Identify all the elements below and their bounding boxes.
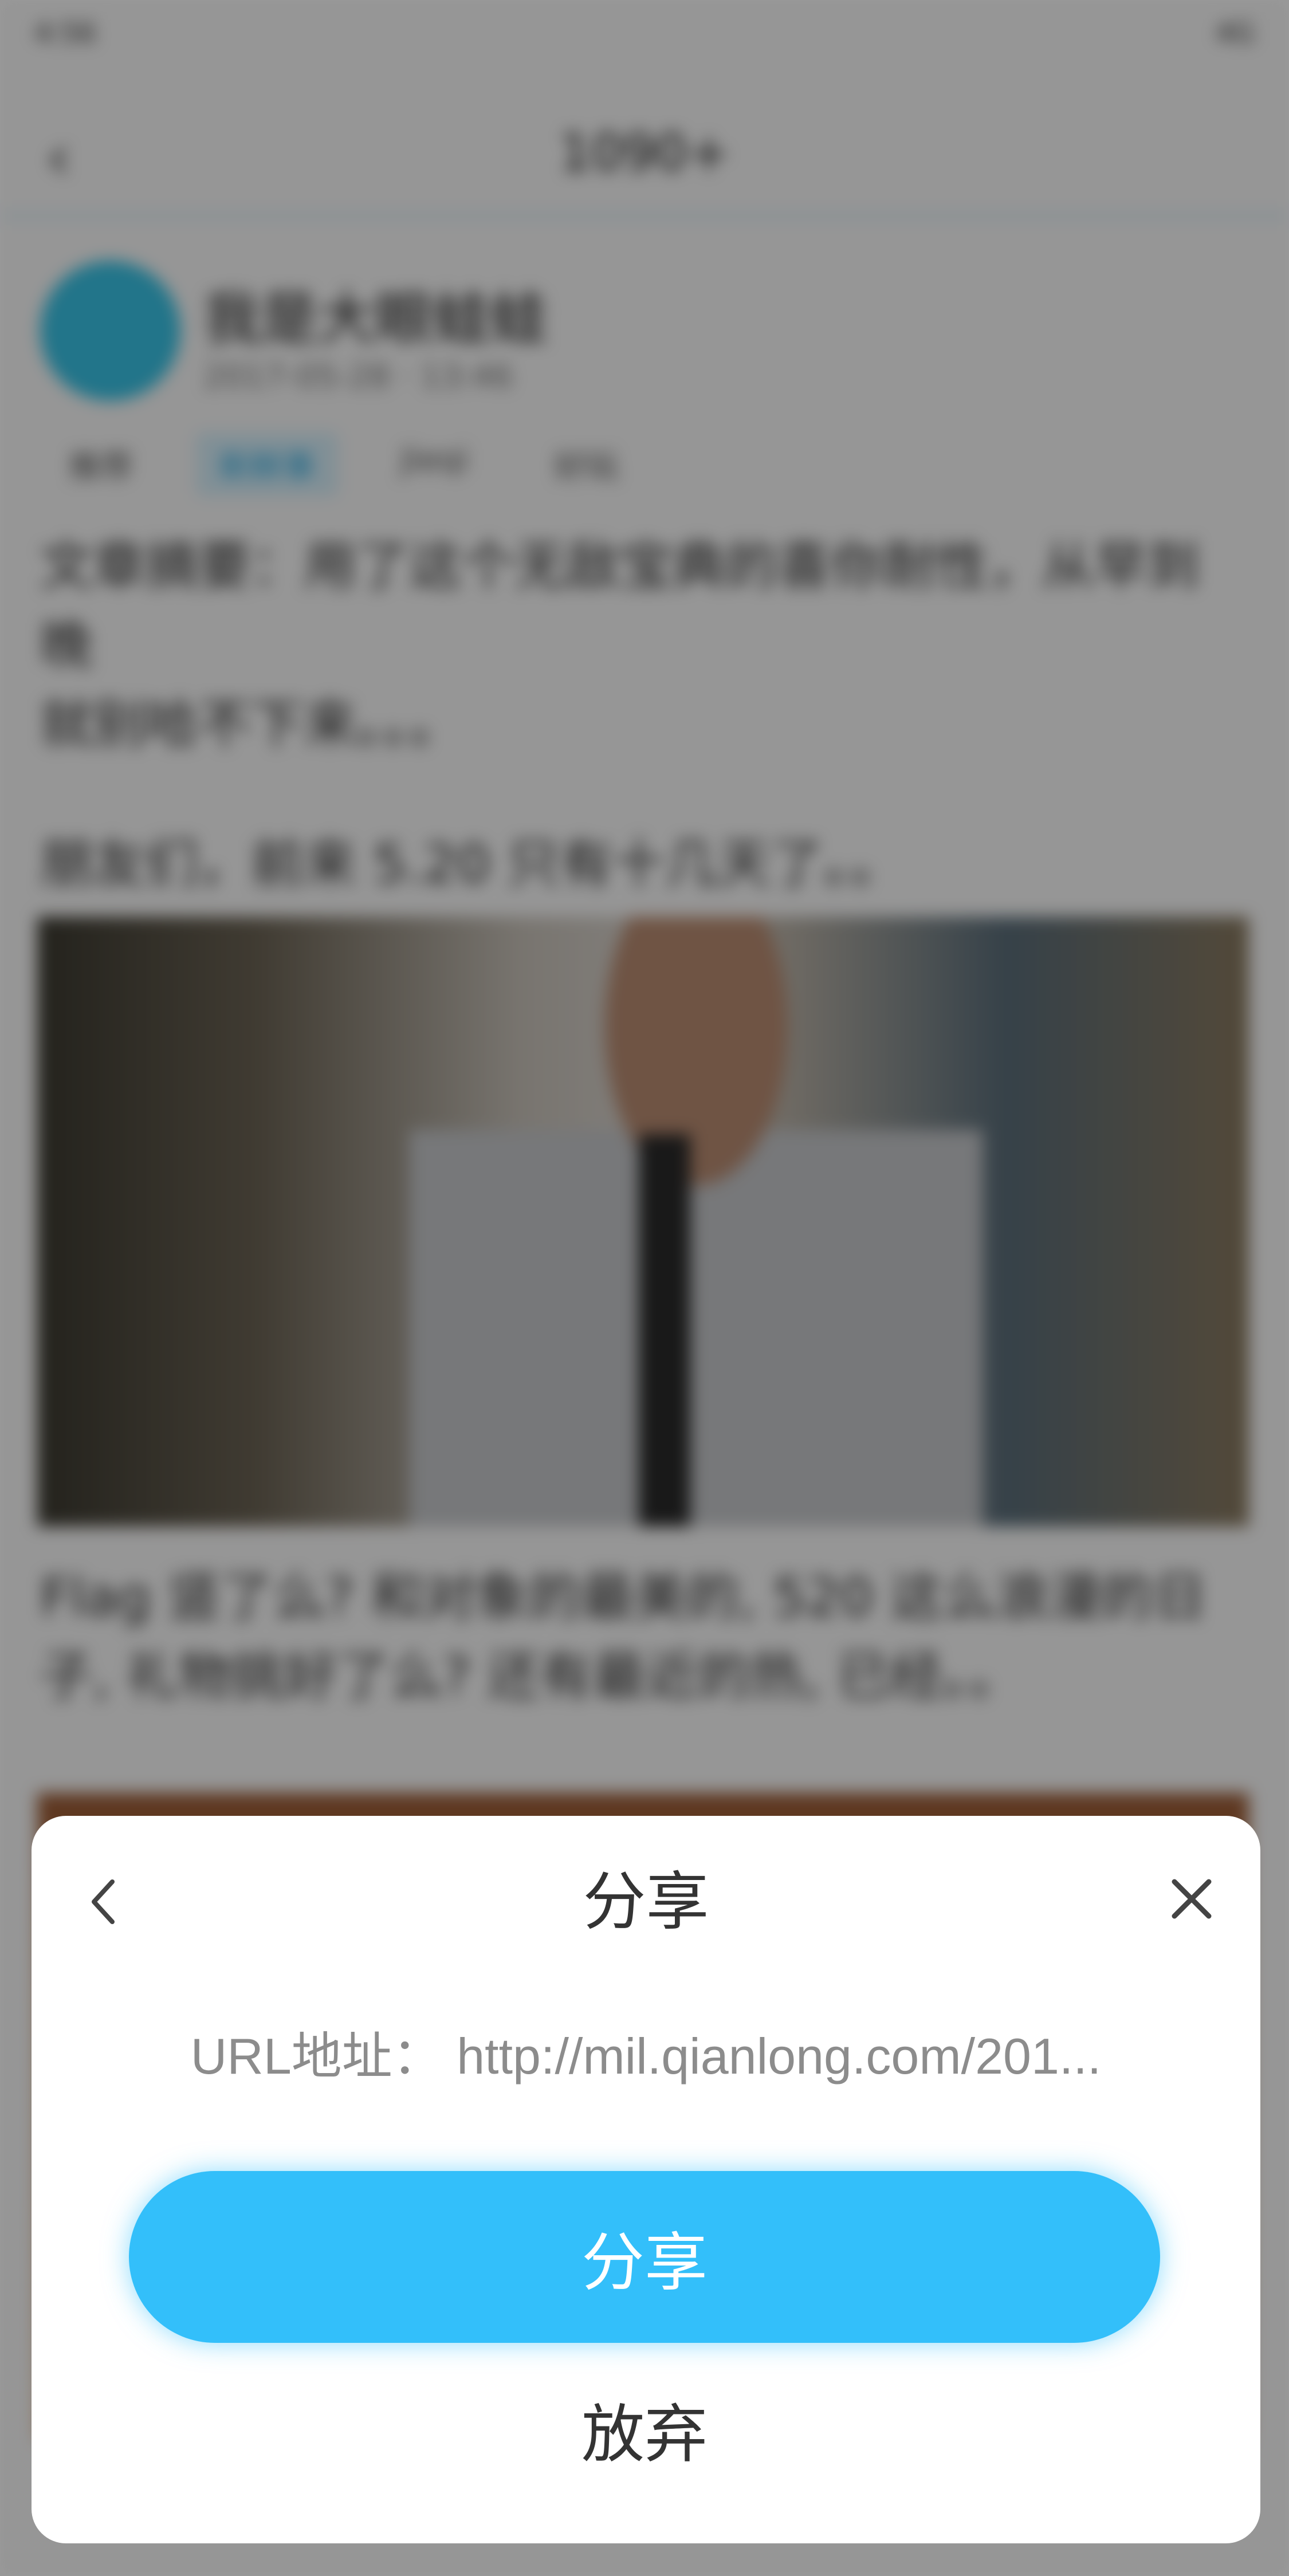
share-button[interactable]: 分享 bbox=[129, 2171, 1160, 2343]
share-dialog: 分享 URL地址： http://mil.qianlong.com/201...… bbox=[32, 1816, 1260, 2543]
dialog-title: 分享 bbox=[583, 1865, 709, 1938]
close-icon[interactable] bbox=[1163, 1870, 1220, 1928]
url-value: http://mil.qianlong.com/201... bbox=[457, 2028, 1102, 2085]
url-row: URL地址： http://mil.qianlong.com/201... bbox=[32, 2022, 1260, 2091]
cancel-button[interactable]: 放弃 bbox=[473, 2372, 816, 2486]
url-label: URL地址： bbox=[190, 2028, 443, 2085]
